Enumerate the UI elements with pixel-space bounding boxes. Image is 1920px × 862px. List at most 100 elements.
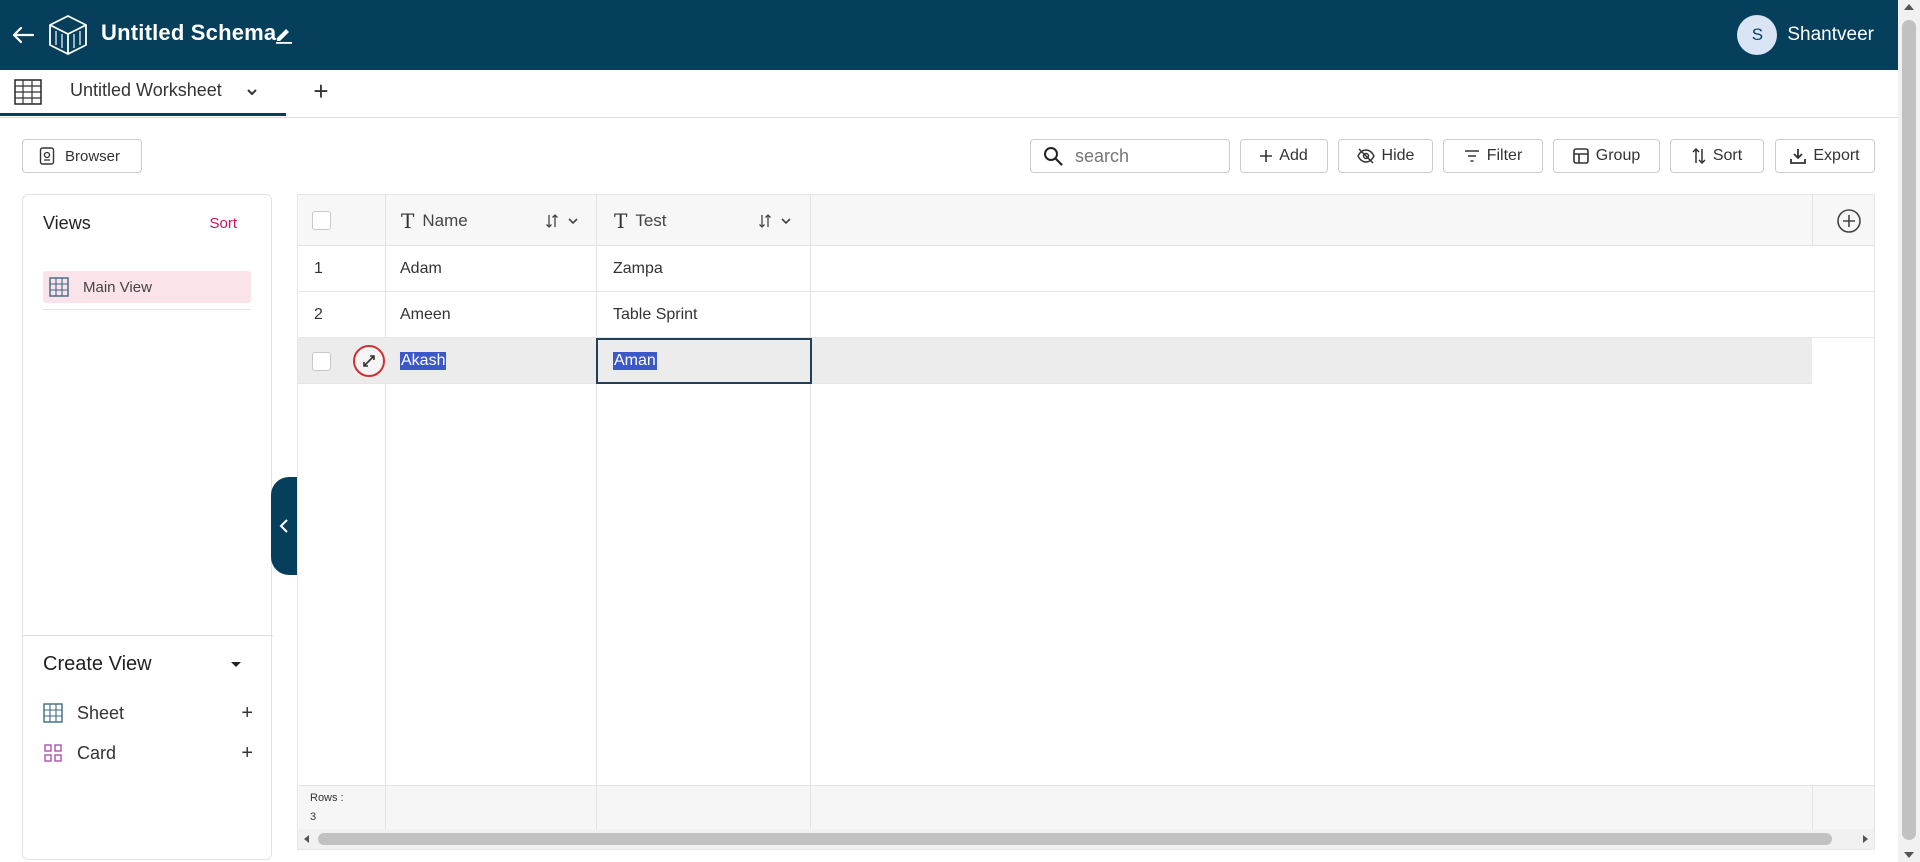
worksheet-tab-label: Untitled Worksheet [70,80,222,100]
cell-name[interactable]: Ameen [400,292,451,338]
scroll-left-icon[interactable] [304,835,309,843]
selected-text: Akash [400,352,447,370]
row-number: 1 [314,260,323,277]
eye-off-icon [1356,148,1375,164]
divider [385,785,386,829]
sort-toggle-icon[interactable] [758,212,792,230]
sort-icon [1692,147,1706,165]
filter-label: Filter [1486,147,1523,164]
cell-name[interactable]: Akash [400,338,447,384]
browser-icon [39,147,55,165]
chevron-down-icon[interactable] [228,657,244,673]
create-view-sheet[interactable]: Sheet + [43,700,253,726]
create-view-card-label: Card [77,742,117,763]
sort-label: Sort [1712,147,1743,164]
table-row[interactable]: 2 Ameen Table Sprint [298,292,1874,338]
add-card-view-button[interactable]: + [241,742,253,765]
column-label: Test [635,210,667,230]
back-arrow-icon[interactable] [8,20,38,50]
scroll-right-icon[interactable] [1863,835,1868,843]
group-button[interactable]: Group [1553,139,1660,173]
grid-footer [298,785,1874,829]
rows-label: Rows : [310,792,344,804]
grid-icon [49,277,69,297]
horizontal-scrollbar[interactable] [298,829,1874,849]
select-all-checkbox[interactable] [312,211,331,230]
expand-row-icon[interactable] [353,345,385,377]
schema-title[interactable]: Untitled Schema [101,20,276,46]
divider [43,309,251,310]
views-panel: Views Sort Main View Create View Sheet +… [22,194,273,860]
add-label: Add [1279,147,1308,164]
grid-icon [43,703,63,723]
sort-button[interactable]: Sort [1670,139,1764,173]
chevron-down-icon[interactable] [244,84,260,100]
card-grid-icon [44,744,62,762]
row-checkbox-cell [312,338,331,384]
cell-test[interactable]: Aman [613,338,657,384]
plus-icon [1260,150,1273,162]
row-number: 2 [314,306,323,323]
divider [1812,195,1813,246]
user-menu[interactable]: S Shantveer [1737,15,1874,55]
create-view-card[interactable]: Card + [43,740,253,766]
add-column-icon[interactable] [1836,208,1862,234]
avatar[interactable]: S [1737,15,1778,55]
search-box[interactable] [1030,139,1230,173]
group-icon [1572,148,1589,164]
browser-button[interactable]: Browser [22,139,142,173]
sort-toggle-icon[interactable] [545,212,579,230]
table-row[interactable]: Akash Aman [298,338,1812,384]
view-item-label: Main View [83,278,152,296]
scroll-down-icon[interactable] [1904,852,1914,858]
download-icon [1790,149,1807,164]
scrollbar-thumb[interactable] [318,833,1832,845]
pencil-edit-icon[interactable] [274,24,294,44]
selected-text: Aman [613,352,657,370]
column-label: Name [422,210,468,230]
filter-button[interactable]: Filter [1443,139,1543,173]
divider [596,785,597,829]
chevron-left-icon [279,519,288,533]
top-bar: Untitled Schema S Shantveer [0,0,1898,70]
scroll-up-icon[interactable] [1904,4,1914,10]
app-logo-icon [46,13,90,57]
scrollbar-thumb[interactable] [1902,20,1916,840]
divider [1812,785,1813,829]
export-label: Export [1813,147,1860,164]
text-type-icon: T [401,208,415,233]
filter-icon [1464,150,1479,162]
views-sort-link[interactable]: Sort [209,215,237,232]
user-name: Shantveer [1787,24,1874,45]
divider [23,635,273,636]
cell-name[interactable]: Adam [400,246,442,292]
table-grid-icon [14,79,42,105]
browser-label: Browser [65,147,121,165]
view-item-main[interactable]: Main View [43,271,251,303]
table-row[interactable]: 1 Adam Zampa [298,246,1874,292]
row-count: Rows : 3 [310,789,344,827]
grid-header: T Name T Test [298,195,1874,246]
text-type-icon: T [614,208,628,233]
add-worksheet-button[interactable]: + [306,76,336,106]
tab-untitled-worksheet[interactable]: Untitled Worksheet [0,70,286,116]
search-input[interactable] [1075,145,1215,167]
rows-count: 3 [310,811,317,823]
cell-test[interactable]: Table Sprint [613,292,698,338]
data-grid: T Name T Test 1 Adam Zampa 2 Ameen Table… [297,194,1875,850]
create-view-title: Create View [43,653,152,675]
hide-label: Hide [1381,147,1415,164]
vertical-scrollbar[interactable] [1898,0,1920,862]
worksheet-tab-bar: Untitled Worksheet + [0,70,1898,118]
group-label: Group [1595,147,1641,164]
cell-test[interactable]: Zampa [613,246,663,292]
add-button[interactable]: Add [1240,139,1328,173]
create-view-sheet-label: Sheet [77,702,125,723]
search-icon [1044,147,1063,166]
row-checkbox[interactable] [312,351,331,371]
add-sheet-view-button[interactable]: + [241,702,253,725]
hide-button[interactable]: Hide [1338,139,1433,173]
export-button[interactable]: Export [1775,139,1875,173]
collapse-panel-button[interactable] [271,477,297,575]
views-title: Views [43,213,91,233]
